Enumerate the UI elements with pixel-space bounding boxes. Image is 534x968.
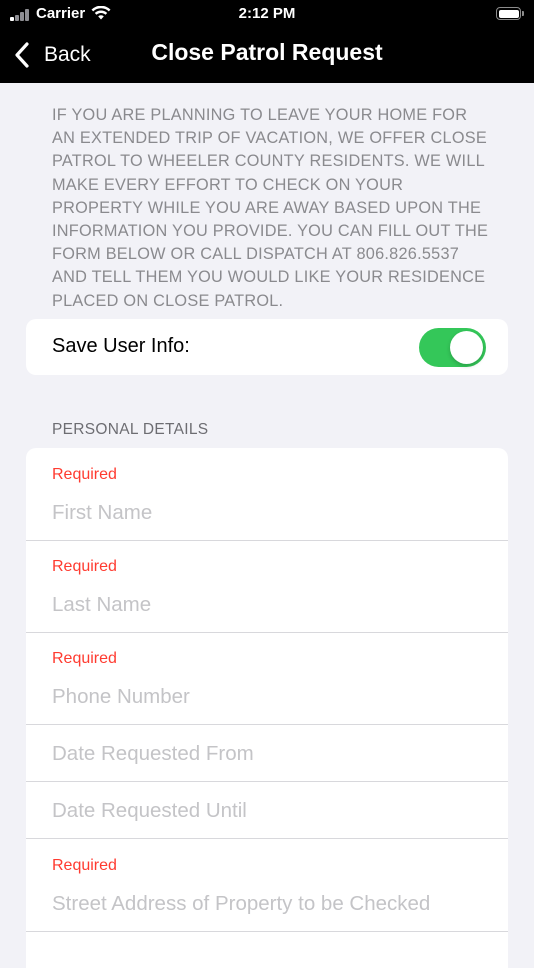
first-name-input[interactable] [52, 501, 492, 525]
required-label: Required [52, 466, 117, 483]
last-name-row: Required [26, 541, 508, 633]
toggle-knob [450, 331, 483, 364]
date-until-row [26, 782, 508, 839]
save-user-info-label: Save User Info: [52, 335, 190, 357]
required-label: Required [52, 650, 117, 667]
required-label: Required [52, 857, 117, 874]
date-requested-from-input[interactable] [52, 742, 492, 766]
personal-details-form: Required Required Required Required [26, 448, 508, 968]
page-title: Close Patrol Request [151, 39, 383, 65]
street-address-row: Required [26, 839, 508, 932]
save-user-info-row: Save User Info: [26, 319, 508, 375]
section-header-personal-details: PERSONAL DETAILS [52, 421, 209, 438]
first-name-row: Required [26, 448, 508, 541]
status-time: 2:12 PM [238, 5, 296, 22]
intro-text: IF YOU ARE PLANNING TO LEAVE YOUR HOME F… [52, 106, 489, 310]
phone-number-row: Required [26, 633, 508, 725]
navigation-bar: Carrier 2:12 PM Back Close Patrol Reques… [0, 0, 534, 83]
save-user-info-toggle[interactable] [419, 328, 486, 367]
status-bar: Carrier 2:12 PM [0, 0, 534, 28]
required-label: Required [52, 558, 117, 575]
street-address-input[interactable] [52, 892, 492, 916]
battery-icon [496, 7, 524, 20]
date-requested-until-input[interactable] [52, 799, 492, 823]
phone-number-input[interactable] [52, 685, 492, 709]
last-name-input[interactable] [52, 593, 492, 617]
date-from-row [26, 725, 508, 782]
